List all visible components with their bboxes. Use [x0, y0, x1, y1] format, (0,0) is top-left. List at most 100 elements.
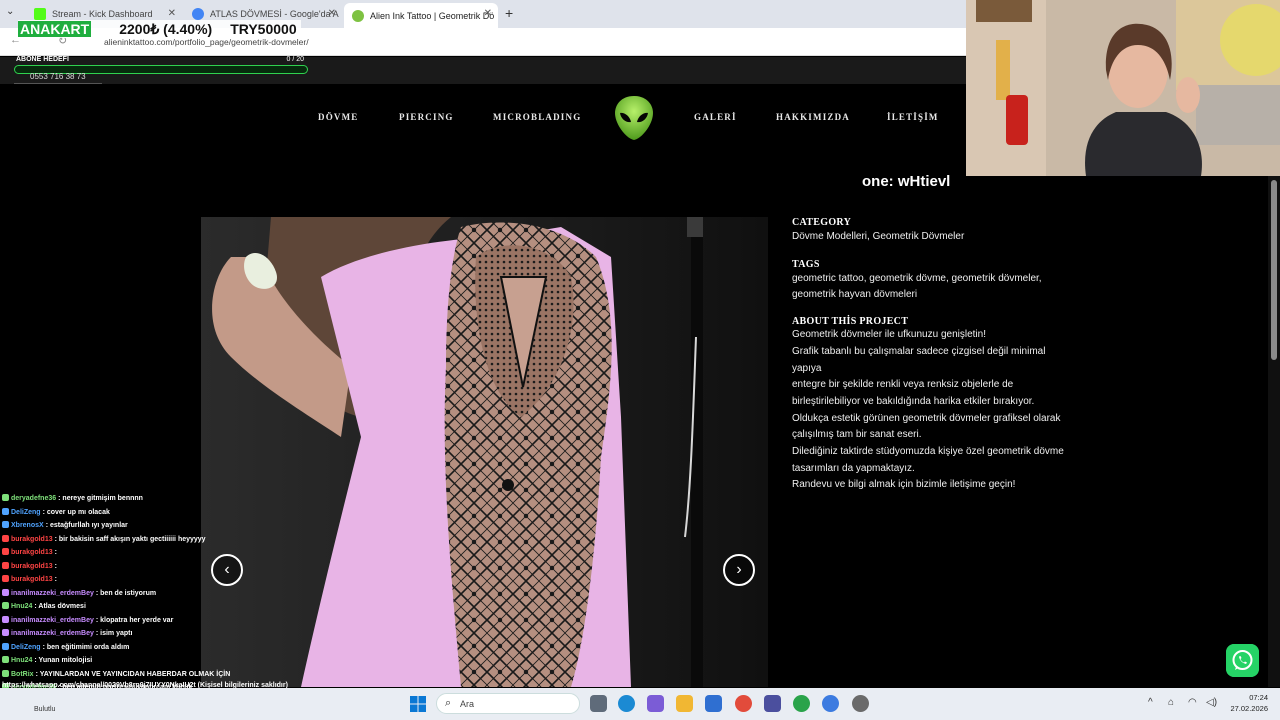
edge-icon[interactable]	[618, 695, 635, 712]
about-line: birleştirilebiliyor ve bakıldığında hari…	[792, 395, 1035, 407]
kick-favicon-icon	[34, 8, 46, 20]
chat-message: burakgold13:	[2, 560, 332, 574]
clock[interactable]: 07:24 27.02.2026	[1224, 692, 1268, 714]
chat-badge-icon	[2, 507, 9, 515]
obs-icon[interactable]	[852, 695, 869, 712]
wifi-icon[interactable]: ◠	[1188, 697, 1197, 708]
tab-close-icon[interactable]: ✕	[484, 8, 492, 19]
chat-username[interactable]: inanilmazzeki_erdemBey	[11, 590, 94, 597]
task-view-icon[interactable]	[590, 695, 607, 712]
nav-iletisim[interactable]: İLETİŞİM	[887, 112, 939, 122]
chat-username[interactable]: burakgold13	[11, 576, 53, 583]
chat-message: burakgold13:	[2, 546, 332, 560]
site-navigation: DÖVME PIERCING MICROBLADING GALERİ HAKKI…	[0, 110, 966, 126]
site-phone[interactable]: 0553 716 38 73	[14, 70, 102, 84]
clock-time: 07:24	[1249, 693, 1268, 702]
copilot-icon[interactable]	[647, 695, 664, 712]
about-line: Randevu ve bilgi almak için bizimle ilet…	[792, 479, 1016, 491]
chat-username[interactable]: XbrenosX	[11, 522, 44, 529]
nav-galeri[interactable]: GALERİ	[694, 112, 737, 122]
goal-label: ABONE HEDEFİ	[16, 56, 69, 63]
weather-label[interactable]: Bulutlu	[34, 706, 55, 713]
chat-username[interactable]: Hnu24	[11, 603, 32, 610]
alien-favicon-icon	[352, 9, 364, 22]
windows-start-icon[interactable]	[410, 696, 426, 712]
chat-text: : nereye gitmişim bennnn	[58, 495, 143, 502]
chat-badge-icon	[2, 656, 9, 663]
chat-text: : cover up mı olacak	[42, 508, 110, 516]
category-value[interactable]: Dövme Modelleri, Geometrik Dövmeler	[792, 229, 1072, 246]
nav-dovme[interactable]: DÖVME	[318, 112, 359, 122]
chrome-profile-icon[interactable]	[793, 695, 810, 712]
chat-badge-icon	[2, 534, 9, 542]
tab-close-icon[interactable]: ✕	[328, 8, 336, 19]
file-explorer-icon[interactable]	[676, 695, 693, 712]
chat-username[interactable]: burakgold13	[11, 536, 53, 543]
chrome-icon[interactable]	[735, 695, 752, 712]
chat-badge-icon	[2, 575, 9, 582]
nav-microblading[interactable]: MICROBLADING	[493, 112, 581, 122]
chat-text: : ben eğitimimi orda aldım	[42, 643, 130, 651]
chat-text: : Atlas dövmesi	[34, 603, 86, 610]
network-icon[interactable]: ⌂	[1168, 697, 1174, 708]
about-line: çalışılmış tam bir sanat eseri.	[792, 429, 922, 441]
new-tab-icon[interactable]: +	[505, 5, 513, 21]
chat-badge-icon	[2, 629, 9, 636]
chat-text: : klopatra her yerde var	[95, 616, 174, 624]
ticker-goal: TRY50000	[230, 21, 297, 37]
chat-text: : estağfurllah ıyı yayınlar	[45, 522, 128, 529]
chat-text: :	[54, 562, 57, 570]
tags-heading: TAGS	[792, 258, 820, 270]
alien-logo-icon[interactable]	[614, 95, 654, 141]
tab-list-dropdown-icon[interactable]: ⌄	[6, 6, 14, 17]
goal-count: 0 / 20	[286, 56, 304, 63]
chat-text: :	[54, 549, 57, 556]
chat-message: BotRix: YAYINLARDAN VE YAYINCIDAN HABERD…	[2, 668, 332, 682]
tags-line[interactable]: geometric tattoo, geometrik dövme, geome…	[792, 271, 1072, 288]
chat-message: burakgold13:	[2, 573, 332, 587]
chat-username[interactable]: burakgold13	[11, 563, 53, 570]
chat-text: :	[54, 576, 57, 583]
search-placeholder: Ara	[460, 699, 475, 709]
chat-badge-icon	[2, 561, 9, 569]
app-icon[interactable]	[764, 695, 781, 712]
taskbar-search[interactable]: ⌕ Ara	[436, 693, 580, 714]
tags-line[interactable]: geometrik hayvan dövmeleri	[792, 287, 1072, 304]
chat-badge-icon	[2, 494, 9, 501]
chat-username[interactable]: inanilmazzeki_erdemBey	[11, 617, 94, 624]
page-scrollbar[interactable]	[1268, 176, 1280, 687]
nav-piercing[interactable]: PIERCING	[399, 112, 454, 122]
gallery-next-button[interactable]: ›	[723, 554, 755, 586]
scrollbar-thumb[interactable]	[1271, 180, 1277, 360]
chat-text: : ben de istiyorum	[95, 589, 157, 597]
chat-username[interactable]: BotRix	[11, 671, 34, 678]
tab-close-icon[interactable]: ✕	[168, 8, 176, 19]
volume-icon[interactable]: ◁)	[1206, 697, 1217, 708]
store-icon[interactable]	[705, 695, 722, 712]
nav-hakkimizda[interactable]: HAKKIMIZDA	[776, 112, 850, 122]
chat-message: XbrenosX: estağfurllah ıyı yayınlar	[2, 519, 332, 533]
about-line: Dilediğiniz taktirde stüdyomuzda kişiye …	[792, 446, 1064, 458]
project-info: CATEGORY Dövme Modelleri, Geometrik Dövm…	[792, 217, 1072, 494]
about-line: tasarımları da yapmaktayız.	[792, 462, 915, 474]
about-line: entegre bir şekilde renkli veya renksiz …	[792, 379, 1014, 391]
browser-icon[interactable]	[822, 695, 839, 712]
about-line: Grafik tabanlı bu çalışmalar sadece çizg…	[792, 345, 1046, 374]
tab-title: Stream - Kick Dashboard	[52, 9, 153, 19]
chat-message: DeliZeng: cover up mı olacak	[2, 506, 332, 520]
tab-alien-ink[interactable]: Alien Ink Tattoo | Geometrik Dö ✕	[344, 3, 498, 28]
tray-chevron-icon[interactable]: ^	[1148, 697, 1153, 708]
chat-username[interactable]: DeliZeng	[11, 509, 41, 516]
chat-badge-icon	[2, 669, 9, 677]
chat-badge-icon	[2, 615, 9, 623]
chat-username[interactable]: inanilmazzeki_erdemBey	[11, 630, 94, 637]
chat-username[interactable]: burakgold13	[11, 549, 53, 556]
url-field[interactable]: alieninktattoo.com/portfolio_page/geomet…	[104, 37, 309, 47]
tab-title: ATLAS DÖVMESİ - Google'da A	[210, 9, 339, 19]
whatsapp-icon[interactable]	[1226, 644, 1259, 677]
chat-username[interactable]: DeliZeng	[11, 644, 41, 651]
chat-username[interactable]: Hnu24	[11, 657, 32, 664]
category-heading: CATEGORY	[792, 217, 852, 228]
chat-username[interactable]: deryadefne36	[11, 495, 56, 502]
about-line: Geometrik dövmeler ile ufkunuzu genişlet…	[792, 329, 986, 341]
